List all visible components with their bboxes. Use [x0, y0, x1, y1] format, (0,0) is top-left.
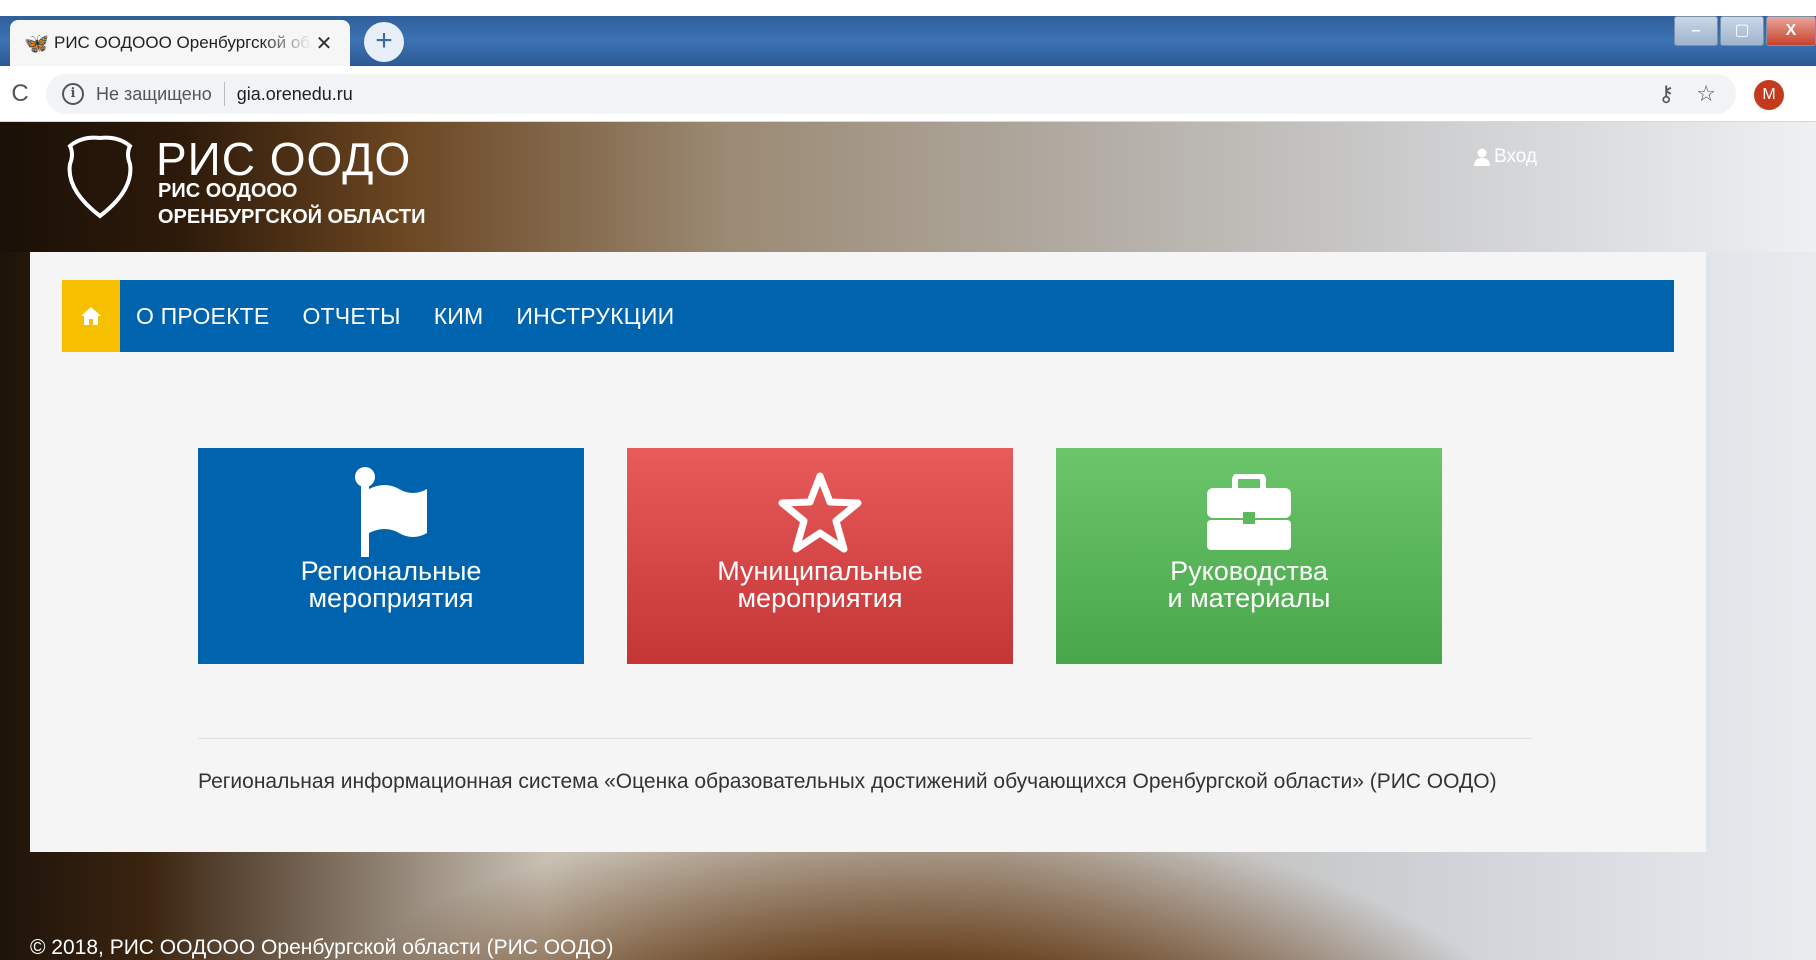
system-description: Региональная информационная система «Оце… [198, 770, 1497, 793]
browser-tabstrip: 🦋 РИС ООДООО Оренбургской области ✕ + – … [0, 0, 1816, 66]
info-icon[interactable]: i [62, 83, 84, 105]
home-button[interactable] [62, 280, 120, 352]
login-label: Вход [1494, 146, 1537, 167]
tile-label: Руководства и материалы [1168, 558, 1331, 612]
tile-label: Региональные мероприятия [301, 558, 482, 612]
copyright-text: © 2018, РИС ООДООО Оренбургской области … [30, 936, 614, 959]
url-text[interactable]: gia.orenedu.ru [237, 84, 353, 105]
page-viewport: РИС ООДО РИС ООДООО ОРЕНБУРГСКОЙ ОБЛАСТИ… [0, 122, 1816, 960]
tile-label-line1: Региональные [300, 556, 482, 586]
window-controls: – ▢ X [1672, 16, 1816, 46]
key-icon[interactable]: ⚷ [1658, 81, 1674, 107]
home-icon [81, 307, 101, 325]
new-tab-button[interactable]: + [364, 22, 404, 62]
address-bar: C i Не защищено gia.orenedu.ru ⚷ ☆ M ⋮ [0, 66, 1816, 122]
site-header: РИС ООДО РИС ООДООО ОРЕНБУРГСКОЙ ОБЛАСТИ… [0, 122, 1816, 252]
tab-close-icon[interactable]: ✕ [312, 31, 336, 56]
site-subtitle-line1: РИС ООДООО [158, 180, 298, 202]
tile-label-line1: Руководства [1170, 556, 1328, 586]
tile-label-line2: мероприятия [737, 583, 903, 613]
site-title[interactable]: РИС ООДО [156, 132, 411, 186]
tile-municipal-events[interactable]: Муниципальные мероприятия [627, 448, 1013, 664]
profile-avatar[interactable]: M [1754, 80, 1784, 110]
browser-tab[interactable]: 🦋 РИС ООДООО Оренбургской области ✕ [10, 20, 350, 66]
maximize-button[interactable]: ▢ [1720, 16, 1764, 46]
security-status: Не защищено [96, 83, 212, 104]
nav-item-reports[interactable]: ОТЧЕТЫ [302, 303, 400, 330]
omnibox-actions: ⚷ ☆ [1658, 74, 1716, 114]
omnibox-separator [223, 82, 225, 106]
briefcase-icon [1205, 468, 1293, 558]
nav-item-kim[interactable]: КИМ [434, 303, 484, 330]
tile-label-line1: Муниципальные [717, 556, 923, 586]
nav-item-instructions[interactable]: ИНСТРУКЦИИ [516, 303, 674, 330]
main-panel: О ПРОЕКТЕ ОТЧЕТЫ КИМ ИНСТРУКЦИИ Регионал… [30, 252, 1706, 852]
nav-item-about[interactable]: О ПРОЕКТЕ [136, 303, 269, 330]
omnibox[interactable]: i Не защищено gia.orenedu.ru ⚷ ☆ [46, 74, 1736, 114]
footer-divider [198, 738, 1532, 739]
flag-icon [351, 467, 431, 558]
bookmark-star-icon[interactable]: ☆ [1696, 81, 1716, 107]
tile-regional-events[interactable]: Региональные мероприятия [198, 448, 584, 664]
minimize-button[interactable]: – [1674, 16, 1718, 46]
main-navbar: О ПРОЕКТЕ ОТЧЕТЫ КИМ ИНСТРУКЦИИ [62, 280, 1674, 352]
tile-guides-materials[interactable]: Руководства и материалы [1056, 448, 1442, 664]
tile-label-line2: и материалы [1167, 583, 1331, 613]
favicon-icon: 🦋 [24, 32, 49, 55]
browser-menu-icon[interactable]: ⋮ [1806, 76, 1816, 105]
shield-logo-icon[interactable] [62, 132, 138, 220]
site-subtitle-line2: ОРЕНБУРГСКОЙ ОБЛАСТИ [158, 206, 426, 228]
login-link[interactable]: Вход [1474, 146, 1537, 168]
star-icon [778, 468, 862, 558]
window-close-button[interactable]: X [1766, 16, 1816, 46]
tab-title: РИС ООДООО Оренбургской области [54, 33, 312, 52]
tile-label-line2: мероприятия [308, 583, 474, 613]
user-icon [1474, 148, 1490, 166]
tile-label: Муниципальные мероприятия [717, 558, 923, 612]
reload-icon[interactable]: C [0, 80, 40, 108]
